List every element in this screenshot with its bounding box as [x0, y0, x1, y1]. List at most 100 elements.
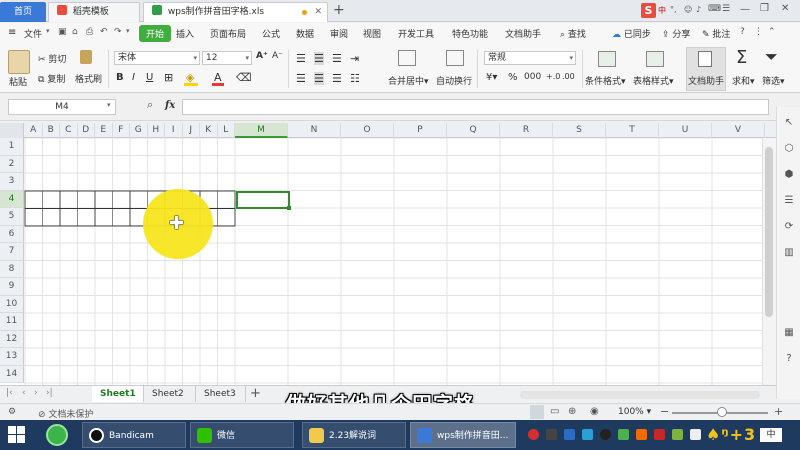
menu-features[interactable]: 特色功能	[452, 27, 488, 40]
zoom-level[interactable]: 100% ▾	[618, 407, 651, 417]
shield-tray-icon[interactable]	[618, 429, 629, 440]
indent-icon[interactable]: ⇥	[350, 52, 359, 65]
normal-view-icon[interactable]	[530, 405, 544, 419]
menu-page-layout[interactable]: 页面布局	[210, 27, 246, 40]
menu-developer[interactable]: 开发工具	[398, 27, 434, 40]
row-header-5[interactable]: 5	[0, 208, 24, 226]
ime-mode-icon[interactable]: 中	[658, 5, 666, 16]
column-header-H[interactable]: H	[148, 123, 165, 138]
windows-start-icon[interactable]	[8, 426, 26, 444]
name-box-dropdown-icon[interactable]: ▾	[107, 101, 111, 109]
protect-status[interactable]: ⊘ 文档未保护	[38, 407, 93, 420]
prev-sheet-icon[interactable]: ‹	[22, 388, 26, 398]
zoom-in-icon[interactable]: +	[774, 405, 783, 418]
sync-button[interactable]: ☁ 已同步	[612, 27, 651, 40]
chevron-down-icon[interactable]: ▾	[46, 27, 50, 35]
360-browser-icon[interactable]	[46, 424, 68, 446]
maximize-icon[interactable]: ❐	[760, 3, 769, 14]
spreadsheet-grid[interactable]: ABCDEFGHIJKLMNOPQRSTUV 1 2 3 4 5 6 7 8 9 10 11 12 13…	[0, 123, 776, 385]
menu-insert[interactable]: 插入	[176, 27, 194, 40]
clear-icon[interactable]: ⌫	[236, 71, 252, 84]
taskbar-bandicam[interactable]: Bandicam	[82, 422, 186, 448]
column-header-L[interactable]: L	[218, 123, 235, 138]
cut-button[interactable]: ✂ 剪切	[38, 52, 66, 65]
format-painter-label[interactable]: 格式刷	[75, 72, 102, 85]
pointer-icon[interactable]: ↖	[783, 117, 795, 129]
last-sheet-icon[interactable]: ›|	[46, 388, 53, 398]
column-header-F[interactable]: F	[113, 123, 130, 138]
zoom-search-icon[interactable]: ⌕	[147, 98, 153, 112]
filter-icon[interactable]: ⏷	[765, 47, 778, 67]
font-name-select[interactable]: 宋体 ▾	[114, 51, 200, 65]
column-header-S[interactable]: S	[553, 123, 606, 138]
vertical-scroll-thumb[interactable]	[765, 147, 773, 317]
row-header-8[interactable]: 8	[0, 260, 24, 278]
hamburger-icon[interactable]: ≡	[8, 27, 16, 38]
sheet-tab-3[interactable]: Sheet3	[196, 386, 246, 402]
align-bottom-icon[interactable]: ☰	[332, 52, 342, 65]
currency-icon[interactable]: ¥▾	[486, 72, 497, 83]
conditional-format-button[interactable]: 条件格式▾	[585, 74, 626, 87]
decrease-decimal-icon[interactable]: .00	[562, 72, 575, 81]
tab-template[interactable]: 稻壳模板	[48, 2, 140, 22]
table-style-icon[interactable]	[646, 51, 664, 67]
merge-center-button[interactable]: 合并居中▾	[388, 74, 429, 87]
distribute-icon[interactable]: ☷	[350, 72, 360, 85]
column-header-I[interactable]: I	[165, 123, 183, 138]
row-header-13[interactable]: 13	[0, 348, 24, 366]
close-window-icon[interactable]: ✕	[781, 3, 789, 14]
decrease-font-icon[interactable]: A⁻	[272, 51, 283, 61]
open-icon[interactable]: ⌂	[72, 27, 78, 37]
paste-label[interactable]: 粘贴	[9, 75, 27, 88]
row-header-1[interactable]: 1	[0, 138, 24, 156]
tool-icon[interactable]: ▦	[783, 327, 795, 339]
close-tab-icon[interactable]: ✕	[314, 3, 322, 22]
eye-protect-icon[interactable]: ◉	[590, 406, 599, 417]
align-top-icon[interactable]: ☰	[296, 52, 306, 65]
taskbar-wechat[interactable]: 微信	[190, 422, 294, 448]
column-header-U[interactable]: U	[659, 123, 712, 138]
fill-handle[interactable]	[287, 206, 291, 210]
column-header-D[interactable]: D	[78, 123, 95, 138]
add-tab-icon[interactable]: +	[333, 2, 345, 18]
shapes-icon[interactable]: ⬡	[783, 143, 795, 155]
sum-button[interactable]: 求和▾	[732, 74, 755, 87]
search-menu[interactable]: ⌕ 查找	[560, 27, 586, 40]
zoom-slider-thumb[interactable]	[717, 407, 727, 417]
number-format-select[interactable]: 常规 ▾	[484, 51, 576, 65]
minimize-icon[interactable]: —	[740, 4, 750, 15]
more-icon[interactable]: ⋮	[754, 27, 763, 37]
menu-doc-helper[interactable]: 文档助手	[505, 27, 541, 40]
emoji-icon[interactable]: ☺	[684, 5, 692, 14]
column-header-B[interactable]: B	[43, 123, 60, 138]
taskbar-wps[interactable]: wps制作拼音田...	[410, 422, 516, 448]
align-right-icon[interactable]: ☰	[332, 72, 342, 85]
column-header-T[interactable]: T	[606, 123, 659, 138]
row-header-11[interactable]: 11	[0, 313, 24, 331]
comment-button[interactable]: ✎ 批注	[702, 27, 730, 40]
column-header-M[interactable]: M	[235, 123, 288, 138]
menu-review[interactable]: 审阅	[330, 27, 348, 40]
percent-icon[interactable]: %	[508, 72, 518, 83]
box-tray-icon[interactable]	[564, 429, 575, 440]
column-header-C[interactable]: C	[60, 123, 78, 138]
underline-icon[interactable]: U	[146, 72, 153, 83]
style-icon[interactable]: ⬢	[783, 169, 795, 181]
help-icon[interactable]: ?	[740, 27, 745, 37]
row-header-9[interactable]: 9	[0, 278, 24, 296]
page-layout-icon[interactable]: ▭	[550, 406, 559, 417]
menu-icon[interactable]: ☰	[722, 4, 730, 14]
row-header-7[interactable]: 7	[0, 243, 24, 261]
next-sheet-icon[interactable]: ›	[34, 388, 38, 398]
row-header-2[interactable]: 2	[0, 155, 24, 173]
page-break-icon[interactable]: ⊕	[568, 406, 576, 417]
column-header-E[interactable]: E	[95, 123, 113, 138]
ime-indicator[interactable]: 中	[760, 428, 782, 442]
tab-file[interactable]: wps制作拼音田字格.xls ✕	[143, 2, 328, 22]
quick-access-more-icon[interactable]: ▾	[126, 27, 130, 35]
font-size-select[interactable]: 12 ▾	[202, 51, 252, 65]
cloud-tray-icon[interactable]	[582, 429, 593, 440]
network-tray-icon[interactable]	[690, 429, 701, 440]
align-center-icon[interactable]: ☰	[314, 72, 324, 85]
qq-tray-icon[interactable]	[600, 429, 611, 440]
